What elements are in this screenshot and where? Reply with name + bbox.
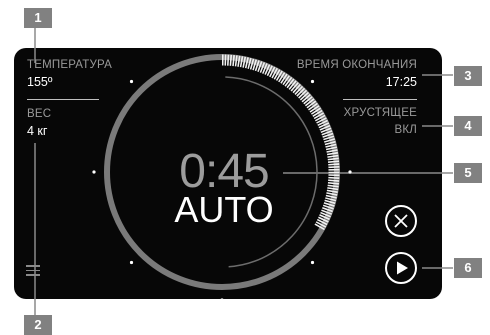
weight-label: ВЕС (27, 108, 52, 120)
play-icon (397, 261, 408, 275)
dial-dot (348, 170, 352, 174)
right-divider (343, 99, 417, 100)
end-time-value[interactable]: 17:25 (386, 75, 417, 89)
callout-badge-1: 1 (24, 8, 52, 28)
start-button[interactable] (385, 252, 417, 284)
dial-dot (129, 260, 134, 265)
dial-dot (310, 79, 315, 84)
end-time-label: ВРЕМЯ ОКОНЧАНИЯ (296, 59, 417, 71)
left-divider (27, 99, 99, 100)
temperature-value[interactable]: 155º (27, 75, 52, 89)
callout-badge-2: 2 (24, 315, 52, 335)
crispy-label: ХРУСТЯЩЕЕ (343, 107, 417, 119)
temperature-label: ТЕМПЕРАТУРА (27, 59, 112, 71)
dial-dot (92, 170, 96, 174)
callout-badge-5: 5 (454, 163, 482, 183)
menu-icon[interactable] (26, 265, 40, 276)
close-icon (394, 214, 408, 228)
cooking-mode[interactable]: AUTO (160, 191, 288, 229)
callout-badge-6: 6 (454, 258, 482, 278)
dial-dot (129, 79, 134, 84)
callout-badge-4: 4 (454, 116, 482, 136)
dial-dot (220, 298, 224, 302)
weight-value[interactable]: 4 кг (27, 124, 47, 138)
callout-badge-3: 3 (454, 66, 482, 86)
crispy-value[interactable]: ВКЛ (394, 124, 417, 136)
cancel-button[interactable] (385, 205, 417, 237)
dial-dot (220, 42, 224, 46)
dial-dot (310, 260, 315, 265)
